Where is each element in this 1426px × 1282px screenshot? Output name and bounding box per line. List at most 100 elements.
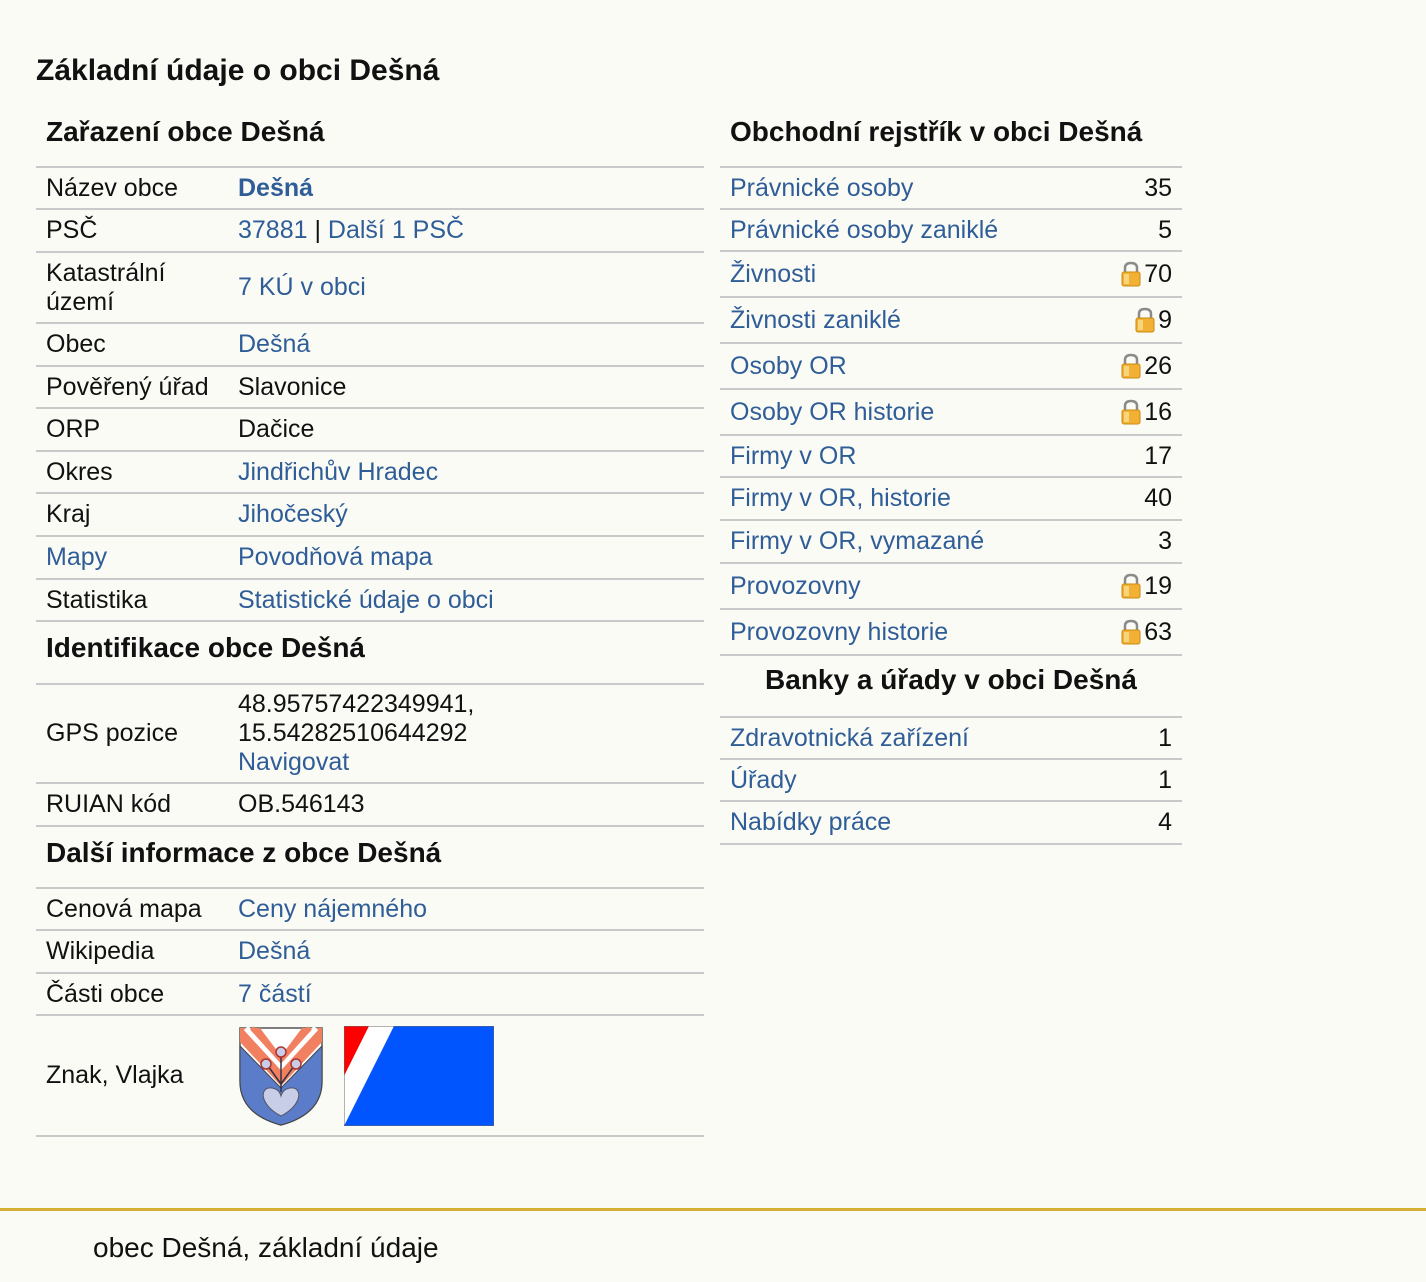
- row-znak-vlajka: Znak, Vlajka: [36, 1016, 704, 1137]
- povodnova-mapa-link[interactable]: Povodňová mapa: [238, 543, 433, 571]
- banky-count: 1: [1158, 765, 1172, 794]
- rejstrik-count: 19: [1144, 571, 1172, 600]
- rejstrik-list: Právnické osoby 35 Právnické osoby zaniklé…: [720, 168, 1182, 656]
- navigovat-link[interactable]: Navigovat: [238, 748, 349, 776]
- banky-link[interactable]: Nabídky práce: [730, 808, 891, 837]
- page-title: Základní údaje o obci Dešná: [36, 54, 440, 87]
- section-heading-dalsi: Další informace z obce Dešná: [36, 827, 704, 889]
- rejstrik-row: Osoby OR historie 16: [720, 390, 1182, 436]
- rejstrik-count: 9: [1158, 305, 1172, 334]
- rejstrik-row: Provozovny historie 63: [720, 610, 1182, 656]
- rejstrik-count-cell: 3: [1158, 527, 1172, 556]
- psc-link[interactable]: 37881: [238, 216, 308, 244]
- right-column: Obchodní rejstřík v obci Dešná Právnické…: [720, 108, 1182, 845]
- ceny-najemneho-link[interactable]: Ceny nájemného: [238, 895, 427, 923]
- rejstrik-count: 3: [1158, 527, 1172, 555]
- row-key: PSČ: [46, 216, 98, 244]
- rejstrik-count: 63: [1144, 617, 1172, 646]
- rejstrik-link[interactable]: Firmy v OR: [730, 442, 856, 471]
- mapy-link[interactable]: Mapy: [46, 543, 107, 571]
- rejstrik-link[interactable]: Právnické osoby zaniklé: [730, 216, 998, 245]
- nazev-obce-link[interactable]: Dešná: [238, 174, 313, 202]
- lock-icon: [1121, 399, 1141, 425]
- rejstrik-count-cell: 63: [1120, 618, 1172, 647]
- casti-obce-link[interactable]: 7 částí: [238, 980, 312, 1008]
- more-psc-link[interactable]: Další 1 PSČ: [328, 216, 464, 244]
- row-key: Wikipedia: [46, 937, 155, 965]
- footer-divider: [0, 1208, 1426, 1211]
- rejstrik-count-cell: 70: [1120, 260, 1172, 289]
- rejstrik-link[interactable]: Provozovny: [730, 572, 861, 601]
- row-key: Cenová mapa: [46, 894, 202, 923]
- rejstrik-link[interactable]: Živnosti: [730, 260, 816, 289]
- rejstrik-count: 5: [1158, 215, 1172, 244]
- banky-row: Úřady 1: [720, 760, 1182, 802]
- row-nazev-obce: Název obce Dešná: [36, 168, 704, 210]
- banky-list: Zdravotnická zařízení 1 Úřady 1 Nabídky prác…: [720, 718, 1182, 845]
- rejstrik-count-cell: 40: [1144, 484, 1172, 513]
- row-key: GPS pozice: [46, 719, 179, 747]
- row-key: Statistika: [46, 585, 148, 614]
- rejstrik-count-cell: 26: [1120, 352, 1172, 381]
- row-povereny-urad: Pověřený úřad Slavonice: [36, 367, 704, 409]
- rejstrik-row: Osoby OR 26: [720, 344, 1182, 390]
- lock-icon: [1121, 619, 1141, 645]
- rejstrik-row: Firmy v OR 17: [720, 436, 1182, 478]
- rejstrik-row: Firmy v OR, vymazané 3: [720, 521, 1182, 564]
- rejstrik-link[interactable]: Osoby OR: [730, 352, 847, 381]
- rejstrik-count-cell: 17: [1144, 442, 1172, 471]
- psc-separator: |: [307, 216, 328, 244]
- rejstrik-count: 16: [1144, 397, 1172, 426]
- rejstrik-row: Provozovny 19: [720, 564, 1182, 610]
- rejstrik-link[interactable]: Osoby OR historie: [730, 398, 934, 427]
- row-cenova-mapa: Cenová mapa Ceny nájemného: [36, 889, 704, 931]
- section-heading-zarazeni: Zařazení obce Dešná: [36, 108, 704, 168]
- row-wikipedia: Wikipedia Dešná: [36, 931, 704, 974]
- row-kraj: Kraj Jihočeský: [36, 494, 704, 537]
- ruian-value: OB.546143: [238, 790, 365, 818]
- okres-link[interactable]: Jindřichův Hradec: [238, 458, 438, 486]
- row-key: Části obce: [46, 979, 165, 1008]
- rejstrik-count-cell: 35: [1144, 174, 1172, 203]
- rejstrik-count: 26: [1144, 351, 1172, 380]
- rejstrik-link[interactable]: Firmy v OR, historie: [730, 484, 951, 513]
- rejstrik-link[interactable]: Firmy v OR, vymazané: [730, 527, 984, 556]
- kraj-link[interactable]: Jihočeský: [238, 500, 348, 528]
- lock-icon: [1121, 261, 1141, 287]
- rejstrik-row: Živnosti 70: [720, 252, 1182, 298]
- banky-link[interactable]: Zdravotnická zařízení: [730, 724, 969, 753]
- banky-row: Nabídky práce 4: [720, 802, 1182, 845]
- rejstrik-row: Firmy v OR, historie 40: [720, 478, 1182, 521]
- row-key: Okres: [46, 457, 113, 486]
- flag-image[interactable]: [344, 1025, 494, 1126]
- gps-lat: 48.95757422349941,: [238, 690, 475, 718]
- povereny-urad-value: Slavonice: [238, 372, 347, 401]
- rejstrik-count-cell: 5: [1158, 216, 1172, 245]
- row-casti-obce: Části obce 7 částí: [36, 974, 704, 1016]
- rejstrik-link[interactable]: Živnosti zaniklé: [730, 306, 901, 335]
- row-gps: GPS pozice 48.95757422349941, 15.5428251…: [36, 685, 704, 784]
- statistika-link[interactable]: Statistické údaje o obci: [238, 586, 494, 614]
- lock-icon: [1135, 307, 1155, 333]
- row-key: Obec: [46, 330, 106, 358]
- rejstrik-count-cell: 19: [1120, 572, 1172, 601]
- rejstrik-link[interactable]: Právnické osoby: [730, 174, 913, 203]
- banky-row: Zdravotnická zařízení 1: [720, 718, 1182, 760]
- row-key: ORP: [46, 415, 101, 443]
- banky-count: 1: [1158, 723, 1172, 752]
- rejstrik-count-cell: 16: [1120, 398, 1172, 427]
- banky-link[interactable]: Úřady: [730, 766, 797, 795]
- rejstrik-count: 40: [1144, 484, 1172, 512]
- rejstrik-link[interactable]: Provozovny historie: [730, 618, 948, 647]
- row-statistika: Statistika Statistické údaje o obci: [36, 580, 704, 622]
- obec-link[interactable]: Dešná: [238, 330, 310, 358]
- coat-of-arms-image[interactable]: [238, 1025, 324, 1126]
- katastr-link[interactable]: 7 KÚ v obci: [238, 273, 366, 301]
- row-okres: Okres Jindřichův Hradec: [36, 452, 704, 494]
- wikipedia-link[interactable]: Dešná: [238, 937, 310, 965]
- row-key: Název obce: [46, 173, 179, 202]
- orp-value: Dačice: [238, 415, 315, 443]
- row-psc: PSČ 37881 | Další 1 PSČ: [36, 210, 704, 253]
- row-obec: Obec Dešná: [36, 324, 704, 367]
- lock-icon: [1121, 573, 1141, 599]
